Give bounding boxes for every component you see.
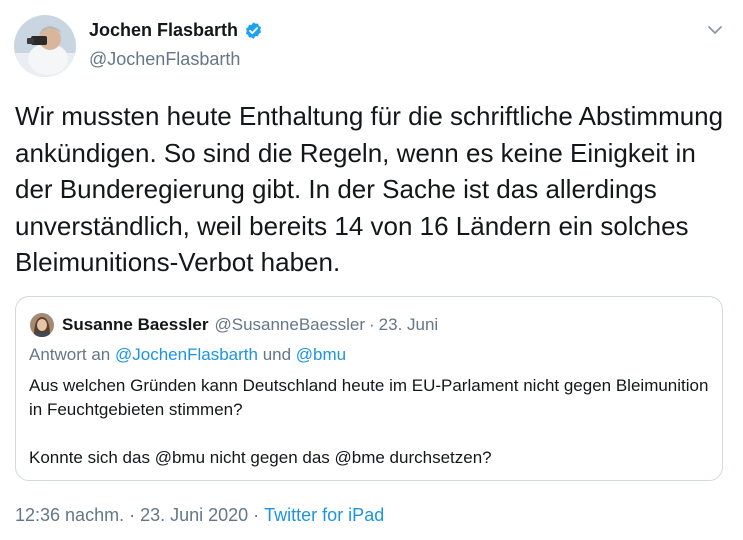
reply-context: Antwort an @JochenFlasbarth und @bmu — [29, 345, 346, 365]
author-info: Jochen Flasbarth @JochenFlasbarth — [89, 20, 263, 70]
quoted-author-avatar — [30, 313, 54, 337]
author-avatar[interactable] — [14, 15, 76, 77]
tweet-time[interactable]: 12:36 nachm. — [15, 505, 124, 525]
tweet-text: Wir mussten heute Enthaltung für die sch… — [15, 101, 731, 277]
chevron-down-icon[interactable] — [705, 20, 725, 40]
tweet-metadata: 12:36 nachm. · 23. Juni 2020 · Twitter for i… — [15, 505, 384, 526]
reply-prefix: Antwort an — [29, 345, 111, 364]
quoted-author-name: Susanne Baessler — [62, 315, 209, 334]
tweet-date[interactable]: 23. Juni 2020 — [140, 505, 248, 525]
author-handle[interactable]: @JochenFlasbarth — [89, 49, 263, 70]
separator-dot: · — [129, 505, 136, 525]
avatar-photo — [14, 15, 76, 77]
quoted-paragraph: Aus welchen Gründen kann Deutschland heu… — [29, 376, 709, 419]
tweet-source-link[interactable]: Twitter for iPad — [264, 505, 384, 525]
separator-dot: · — [253, 505, 260, 525]
quoted-tweet-header: Susanne Baessler @SusanneBaessler · 23. … — [30, 313, 438, 337]
verified-badge-icon — [244, 21, 263, 40]
quoted-author-handle: @SusanneBaessler — [214, 315, 365, 334]
mention-link[interactable]: @JochenFlasbarth — [115, 345, 258, 364]
reply-conjunction: und — [262, 345, 292, 364]
quoted-tweet-text: Aus welchen Gründen kann Deutschland heu… — [29, 374, 709, 470]
author-name[interactable]: Jochen Flasbarth — [89, 20, 238, 41]
separator-dot: · — [368, 315, 375, 334]
mention-link[interactable]: @bmu — [296, 345, 346, 364]
quoted-tweet[interactable]: Susanne Baessler @SusanneBaessler · 23. … — [15, 296, 723, 481]
quoted-date: 23. Juni — [378, 315, 439, 334]
quoted-paragraph: Konnte sich das @bmu nicht gegen das @bm… — [29, 448, 492, 467]
